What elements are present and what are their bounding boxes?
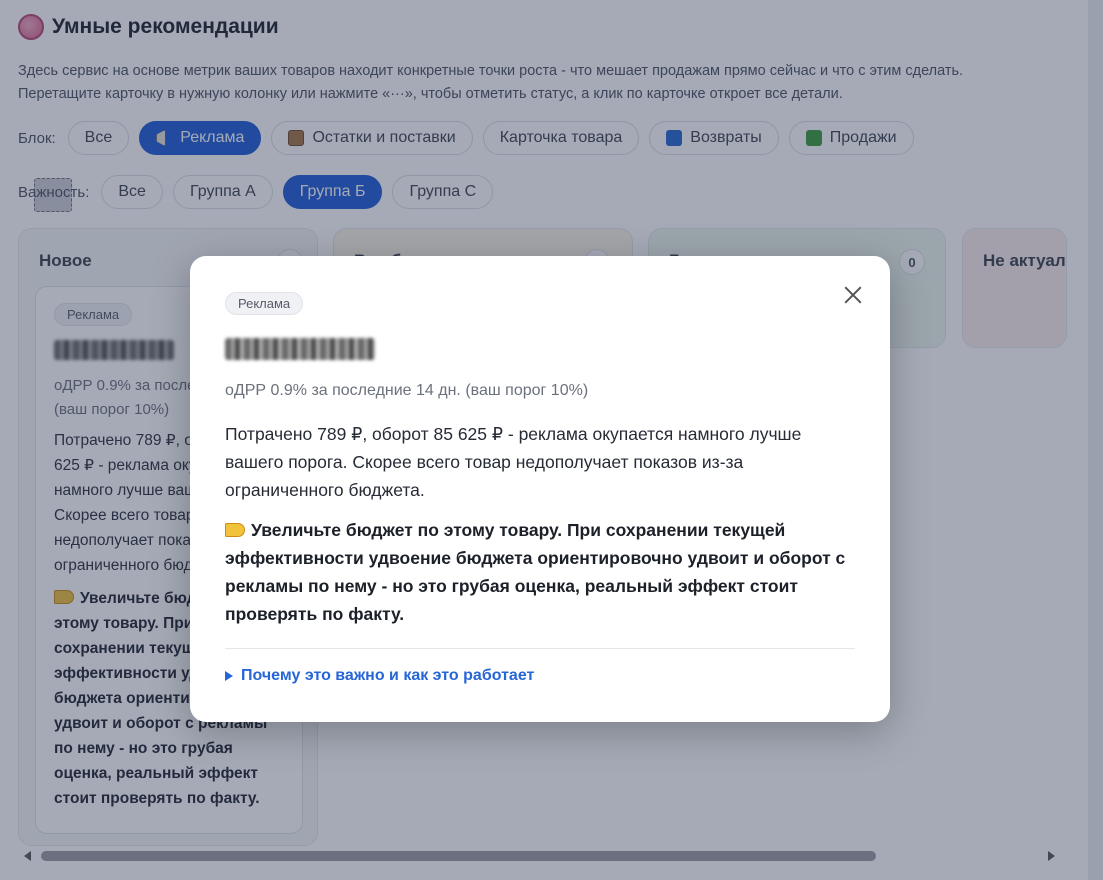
pointing-hand-icon	[225, 523, 245, 537]
triangle-right-icon	[225, 671, 233, 681]
recommendation-modal: Реклама оДРР 0.9% за последние 14 дн. (в…	[190, 256, 890, 722]
modal-divider	[225, 648, 855, 649]
blurred-product-name	[225, 338, 375, 360]
modal-tag: Реклама	[225, 292, 304, 315]
modal-body: Потрачено 789 ₽, оборот 85 625 ₽ - рекла…	[225, 424, 802, 500]
details-toggle-label: Почему это важно и как это работает	[241, 667, 535, 684]
modal-metric: оДРР 0.9% за последние 14 дн. (ваш порог…	[225, 382, 589, 399]
details-toggle[interactable]: Почему это важно и как это работает	[225, 667, 534, 685]
close-icon[interactable]	[842, 284, 864, 306]
modal-action: Увеличьте бюджет по этому товару. При со…	[225, 516, 865, 628]
modal-action-text: Увеличьте бюджет по этому товару. При со…	[225, 520, 846, 624]
